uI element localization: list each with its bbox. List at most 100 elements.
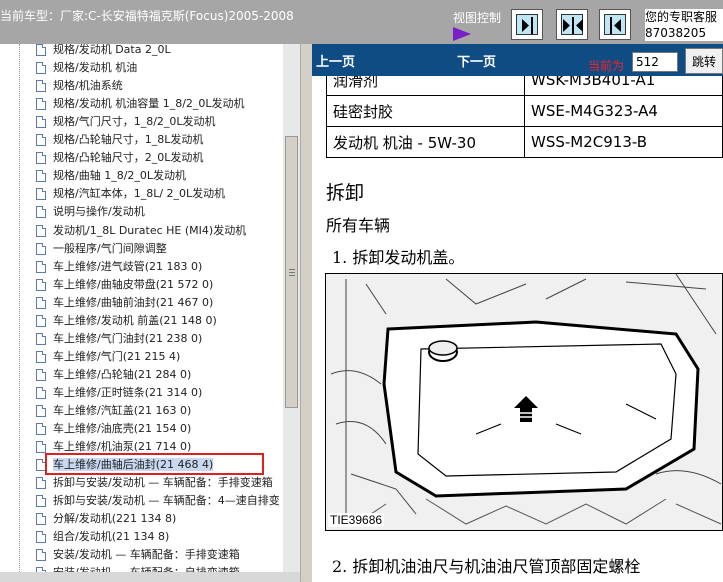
tree-item-label: 规格/发动机 Data 2_0L bbox=[53, 44, 171, 56]
document-icon bbox=[36, 260, 46, 273]
top-bar: 当前车型：厂家:C-长安福特福克斯(Focus)2005-2008 视图控制 您… bbox=[0, 0, 723, 44]
step-2-text: 2. 拆卸机油油尺与机油油尺管顶部固定螺栓 bbox=[332, 557, 641, 576]
tree-item[interactable]: 车上维修/发动机 前盖(21 148 0) bbox=[36, 312, 217, 330]
tree-item[interactable]: 规格/曲轴 1_8/2_0L发动机 bbox=[36, 167, 186, 185]
document-icon bbox=[36, 134, 46, 147]
tree-item[interactable]: 规格/气门尺寸，1_8/2_0L发动机 bbox=[36, 113, 216, 131]
document-icon bbox=[36, 188, 46, 201]
collapse-left-pane-button[interactable] bbox=[511, 9, 543, 40]
document-icon bbox=[36, 423, 46, 436]
page-number-input[interactable] bbox=[632, 52, 678, 72]
document-icon bbox=[36, 495, 46, 508]
document-icon bbox=[36, 206, 46, 219]
tree-item-label: 组合/发动机(21 134 8) bbox=[53, 530, 170, 544]
tree-item-label: 车上维修/进气歧管(21 183 0) bbox=[53, 259, 203, 273]
document-icon bbox=[36, 386, 46, 399]
split-view-button[interactable] bbox=[556, 9, 588, 40]
tree-item[interactable]: 安装/发动机 — 车辆配备：手排变速箱 bbox=[36, 546, 240, 564]
tree-item[interactable]: 规格/机油系统 bbox=[36, 77, 123, 95]
document-icon bbox=[36, 152, 46, 165]
view-control-arrow-icon[interactable] bbox=[453, 27, 471, 41]
section-subtitle: 所有车辆 bbox=[326, 216, 391, 235]
tree-item-label: 规格/曲轴 1_8/2_0L发动机 bbox=[53, 169, 187, 183]
tree-item[interactable]: 分解/发动机(221 134 8) bbox=[36, 510, 176, 528]
tree-item-label: 车上维修/凸轮轴(21 284 0) bbox=[53, 367, 192, 381]
document-icon bbox=[36, 224, 46, 237]
tree-item[interactable]: 拆卸与安装/发动机 — 车辆配备：4—速自排变 bbox=[36, 492, 280, 510]
spec-table: 润滑剂 WSK-M3B401-A1 硅密封胶 WSE-M4G323-A4 发动机 机油 … bbox=[326, 64, 723, 158]
tree-scroll-thumb[interactable] bbox=[285, 136, 298, 408]
tree-item[interactable]: 车上维修/曲轴皮带盘(21 572 0) bbox=[36, 276, 213, 294]
tree-item-label: 发动机/1_8L Duratec HE (MI4)发动机 bbox=[53, 223, 247, 237]
document-icon bbox=[36, 278, 46, 291]
tree-item[interactable]: 规格/凸轮轴尺寸，2_0L发动机 bbox=[36, 149, 203, 167]
document-icon bbox=[36, 350, 46, 363]
engine-cover-illustration bbox=[326, 274, 722, 530]
tree-item[interactable]: 规格/发动机 机油 bbox=[36, 59, 137, 77]
figure-caption: TIE39686 bbox=[328, 513, 385, 527]
tree-item[interactable]: 车上维修/曲轴前油封(21 467 0) bbox=[36, 294, 213, 312]
arrow-right-bar-icon bbox=[522, 17, 533, 34]
tree-item[interactable]: 车上维修/进气歧管(21 183 0) bbox=[36, 258, 202, 276]
tree-item[interactable]: 车上维修/气门油封(21 238 0) bbox=[36, 330, 202, 348]
tree-item[interactable]: 发动机/1_8L Duratec HE (MI4)发动机 bbox=[36, 222, 246, 240]
collapse-right-pane-button[interactable] bbox=[599, 9, 631, 40]
hotline-label: 您的专职客服 bbox=[645, 10, 718, 24]
tree-item-label: 车上维修/机油泵(21 714 0) bbox=[53, 440, 192, 454]
tree-item-label: 分解/发动机(221 134 8) bbox=[53, 512, 177, 526]
view-control-label: 视图控制 bbox=[453, 11, 502, 25]
document-icon bbox=[36, 531, 46, 544]
tree-horizontal-scrollbar[interactable] bbox=[0, 572, 300, 582]
tree-item[interactable]: 车上维修/汽缸盖(21 163 0) bbox=[36, 402, 191, 420]
tree-item[interactable]: 组合/发动机(21 134 8) bbox=[36, 528, 169, 546]
tree-item-label: 车上维修/曲轴皮带盘(21 572 0) bbox=[53, 277, 214, 291]
hotline-number: 87038205 bbox=[645, 26, 707, 40]
spec-code-cell: WSS-M2C913-B bbox=[524, 126, 723, 158]
tree-item[interactable]: 规格/汽缸本体，1_8L/ 2_0L发动机 bbox=[36, 185, 225, 203]
tree-item-label: 安装/发动机 — 车辆配备：手排变速箱 bbox=[53, 548, 240, 562]
tree-item[interactable]: 说明与操作/发动机 bbox=[36, 203, 145, 221]
tree-item[interactable]: 拆卸与安装/发动机 — 车辆配备：手排变速箱 bbox=[36, 474, 273, 492]
highlight-box bbox=[45, 453, 264, 475]
document-icon bbox=[36, 549, 46, 562]
spec-row: 发动机 机油 - 5W-30 WSS-M2C913-B bbox=[326, 126, 723, 158]
tree-item[interactable]: 安装/发动机 — 车辆配备：自排变速箱 bbox=[36, 564, 240, 572]
spec-row: 硅密封胶 WSE-M4G323-A4 bbox=[326, 95, 723, 127]
document-icon bbox=[36, 44, 46, 56]
go-to-page-button[interactable]: 跳转 bbox=[685, 48, 723, 74]
tree-item-label: 拆卸与安装/发动机 — 车辆配备：4—速自排变 bbox=[53, 494, 280, 508]
prev-page-link[interactable]: 上一页 bbox=[316, 51, 355, 70]
engine-cover-figure: TIE39686 bbox=[325, 273, 723, 531]
tree-item-label: 车上维修/曲轴前油封(21 467 0) bbox=[53, 295, 214, 309]
tree-item[interactable]: 规格/发动机 Data 2_0L bbox=[36, 44, 171, 59]
document-icon bbox=[36, 170, 46, 183]
content-pane: 润滑剂 WSK-M3B401-A1 硅密封胶 WSE-M4G323-A4 发动机 机油 … bbox=[312, 44, 723, 582]
car-model-title: 当前车型：厂家:C-长安福特福克斯(Focus)2005-2008 bbox=[0, 9, 294, 23]
document-icon bbox=[36, 441, 46, 454]
document-icon bbox=[36, 405, 46, 417]
next-page-link[interactable]: 下一页 bbox=[457, 51, 496, 70]
tree-item-label: 车上维修/气门油封(21 238 0) bbox=[53, 331, 203, 345]
tree-item[interactable]: 规格/凸轮轴尺寸，1_8L发动机 bbox=[36, 131, 203, 149]
tree-item-label: 车上维修/油底壳(21 154 0) bbox=[53, 422, 192, 436]
arrow-left-bar-icon bbox=[610, 17, 621, 34]
tree-item-label: 规格/机油系统 bbox=[53, 79, 123, 93]
split-arrows-icon bbox=[563, 17, 583, 34]
document-icon bbox=[36, 477, 46, 490]
tree-item-label: 规格/凸轮轴尺寸，1_8L发动机 bbox=[53, 133, 204, 147]
step-1-text: 1. 拆卸发动机盖。 bbox=[332, 248, 465, 267]
tree-item-label: 车上维修/汽缸盖(21 163 0) bbox=[53, 404, 192, 417]
tree-item[interactable]: 一般程序/气门间隙调整 bbox=[36, 240, 167, 258]
service-hotline: 您的专职客服 87038205 bbox=[645, 9, 723, 41]
tree-item-label: 规格/发动机 机油容量 1_8/2_0L发动机 bbox=[53, 97, 245, 111]
tree-item-label: 车上维修/气门(21 215 4) bbox=[53, 349, 181, 363]
tree-vertical-scrollbar[interactable] bbox=[283, 44, 300, 572]
tree-item[interactable]: 车上维修/气门(21 215 4) bbox=[36, 348, 180, 366]
tree-guide-line bbox=[19, 44, 20, 572]
tree-item[interactable]: 规格/发动机 机油容量 1_8/2_0L发动机 bbox=[36, 95, 245, 113]
document-icon bbox=[36, 98, 46, 111]
tree-item[interactable]: 车上维修/正时链条(21 314 0) bbox=[36, 384, 202, 402]
tree-item[interactable]: 车上维修/油底壳(21 154 0) bbox=[36, 420, 191, 438]
document-icon bbox=[36, 296, 46, 309]
tree-item[interactable]: 车上维修/凸轮轴(21 284 0) bbox=[36, 366, 191, 384]
